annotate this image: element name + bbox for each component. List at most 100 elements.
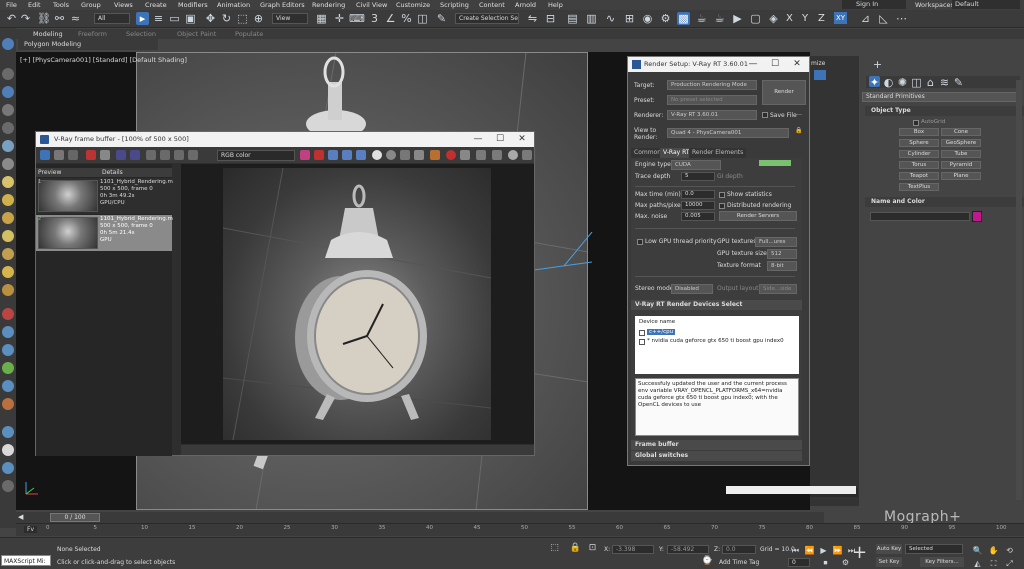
pyramid-button[interactable]: Pyramid xyxy=(941,161,981,169)
zoom-icon[interactable]: 🔍 xyxy=(971,544,984,557)
tool-icon-9[interactable] xyxy=(2,212,14,224)
time-slider-thumb[interactable]: 0 / 100 xyxy=(50,513,100,522)
time-tag-icon[interactable]: ⌚ xyxy=(701,555,714,568)
show-statistics-checkbox[interactable] xyxy=(719,192,725,198)
max-paths-input[interactable]: 10000 xyxy=(681,201,715,210)
global-switches-section-header[interactable]: Global switches xyxy=(631,451,802,461)
absolute-mode-icon[interactable]: ⊡ xyxy=(586,542,599,555)
tool-icon-20[interactable] xyxy=(2,426,14,438)
ribbon-tab-selection[interactable]: Selection xyxy=(126,30,156,38)
menu-arnold[interactable]: Arnold xyxy=(515,1,536,9)
menu-views[interactable]: Views xyxy=(114,1,133,9)
filter-f-icon[interactable]: Fv xyxy=(24,526,38,533)
device-checkbox[interactable] xyxy=(639,330,645,336)
snap-toolbar-icon[interactable]: ◺ xyxy=(877,12,890,25)
tool-icon-12[interactable] xyxy=(2,266,14,278)
mirror-icon[interactable]: ⇋ xyxy=(526,12,539,25)
tool-icon-6[interactable] xyxy=(2,158,14,170)
blue-channel-icon[interactable] xyxy=(342,150,352,160)
render-setup-window[interactable]: Render Setup: V-Ray RT 3.60.01 — ☐ ✕ Tar… xyxy=(627,56,810,466)
reference-coord-select[interactable]: View xyxy=(272,13,308,24)
tool-icon-3[interactable] xyxy=(2,104,14,116)
lights-icon[interactable]: ✺ xyxy=(897,76,908,89)
horizontal-scrollbar[interactable] xyxy=(726,486,856,494)
distributed-rendering-checkbox[interactable] xyxy=(719,203,725,209)
plane-button[interactable]: Plane xyxy=(941,172,981,180)
bind-space-warp-icon[interactable]: ≈ xyxy=(69,12,82,25)
history-item-selected[interactable]: 2 1101_Hybrid_Rendering.m 500 x 500, fra… xyxy=(36,215,173,251)
render-active-icon[interactable]: ▶ xyxy=(731,12,744,25)
auto-key-button[interactable]: Auto Key xyxy=(876,544,902,554)
tab-render-elements[interactable]: Render Elements xyxy=(689,148,747,158)
ab-vertical-icon[interactable] xyxy=(130,150,140,160)
autogrid-checkbox[interactable] xyxy=(913,120,919,126)
menu-create[interactable]: Create xyxy=(145,1,167,9)
trace-depth-input[interactable]: 5 xyxy=(681,172,715,181)
tool-icon-2[interactable] xyxy=(2,86,14,98)
save-image-icon[interactable] xyxy=(68,150,78,160)
track-bar[interactable]: Fv 0 5 10 15 20 25 30 35 40 45 50 55 60 65 70 75 80 85 90 9… xyxy=(16,523,1024,536)
track-mouse-icon[interactable] xyxy=(414,150,424,160)
frame-buffer-section-header[interactable]: Frame buffer xyxy=(631,440,802,450)
object-color-swatch[interactable] xyxy=(972,211,982,222)
device-checkbox[interactable] xyxy=(639,339,645,345)
key-selection-select[interactable]: Selected xyxy=(905,544,963,554)
pivot-center-icon[interactable]: ▦ xyxy=(315,12,328,25)
material-editor-icon[interactable]: ◉ xyxy=(641,12,654,25)
tool-icon-4[interactable] xyxy=(2,122,14,134)
mono-icon[interactable] xyxy=(372,150,382,160)
selection-filter-select[interactable]: All xyxy=(94,13,130,24)
menu-content[interactable]: Content xyxy=(479,1,505,9)
load-image-icon[interactable] xyxy=(54,150,64,160)
category-select[interactable]: Standard Primitives xyxy=(862,92,1022,102)
teapot-render-icon[interactable] xyxy=(522,150,532,160)
rect-selection-icon[interactable]: ▭ xyxy=(168,12,181,25)
tool-icon-14[interactable] xyxy=(2,308,14,320)
tool-icon-8[interactable] xyxy=(2,194,14,206)
fov-icon[interactable]: ◭ xyxy=(971,557,984,569)
systems-icon[interactable]: ✎ xyxy=(953,76,964,89)
redo-icon[interactable]: ↷ xyxy=(19,12,32,25)
object-name-input[interactable] xyxy=(870,212,970,221)
cameras-icon[interactable]: ◫ xyxy=(911,76,922,89)
undo-icon[interactable]: ↶ xyxy=(5,12,18,25)
teapot-button[interactable]: Teapot xyxy=(899,172,939,180)
menu-rendering[interactable]: Rendering xyxy=(312,1,345,9)
menu-scripting[interactable]: Scripting xyxy=(440,1,469,9)
tool-icon-16[interactable] xyxy=(2,344,14,356)
remove-icon[interactable] xyxy=(86,150,96,160)
clear-icon[interactable] xyxy=(430,150,440,160)
plus-icon[interactable]: + xyxy=(871,58,884,71)
rendered-frame-icon[interactable]: ▩ xyxy=(677,12,690,25)
maximize-icon[interactable]: ☐ xyxy=(490,132,510,147)
shapes-icon[interactable]: ◐ xyxy=(883,76,894,89)
render-region-icon[interactable]: ▢ xyxy=(749,12,762,25)
max-time-input[interactable]: 0.0 xyxy=(681,190,715,199)
textplus-button[interactable]: TextPlus xyxy=(899,183,939,191)
gpu-textures-select[interactable]: Full...ures xyxy=(755,237,797,247)
menu-edit[interactable]: Edit xyxy=(28,1,41,9)
save-file-checkbox[interactable] xyxy=(762,112,768,118)
x-coord-field[interactable]: -3.398 xyxy=(612,545,654,554)
follow-mouse-icon[interactable] xyxy=(508,150,518,160)
current-frame-field[interactable]: 0 xyxy=(788,558,810,567)
ribbon-tab-freeform[interactable]: Freeform xyxy=(78,30,107,38)
polygon-modeling-panel[interactable]: Polygon Modeling xyxy=(18,39,158,50)
ab-horizontal-icon[interactable] xyxy=(116,150,126,160)
exit-icon[interactable] xyxy=(188,150,198,160)
keyboard-shortcut-icon[interactable]: ⌨ xyxy=(349,12,365,25)
tube-button[interactable]: Tube xyxy=(941,150,981,158)
engine-type-select[interactable]: CUDA xyxy=(671,160,721,170)
edit-named-sel-icon[interactable]: ✎ xyxy=(435,12,448,25)
rgb-channel-icon[interactable] xyxy=(300,150,310,160)
prev-frame-icon[interactable]: ◀ xyxy=(18,513,23,521)
render-setup-icon[interactable]: ⚙ xyxy=(659,12,672,25)
ribbon-tab-object-paint[interactable]: Object Paint xyxy=(177,30,216,38)
vray-toolbar-icon[interactable]: ◈ xyxy=(767,12,780,25)
stereo-mode-select[interactable]: Disabled xyxy=(671,284,713,294)
unlink-icon[interactable]: ⚯ xyxy=(53,12,66,25)
minimize-icon[interactable]: — xyxy=(743,57,763,72)
close-icon[interactable]: ✕ xyxy=(787,57,807,72)
spacewarps-icon[interactable]: ≋ xyxy=(939,76,950,89)
create-tab-icon[interactable]: ✦ xyxy=(869,76,880,89)
